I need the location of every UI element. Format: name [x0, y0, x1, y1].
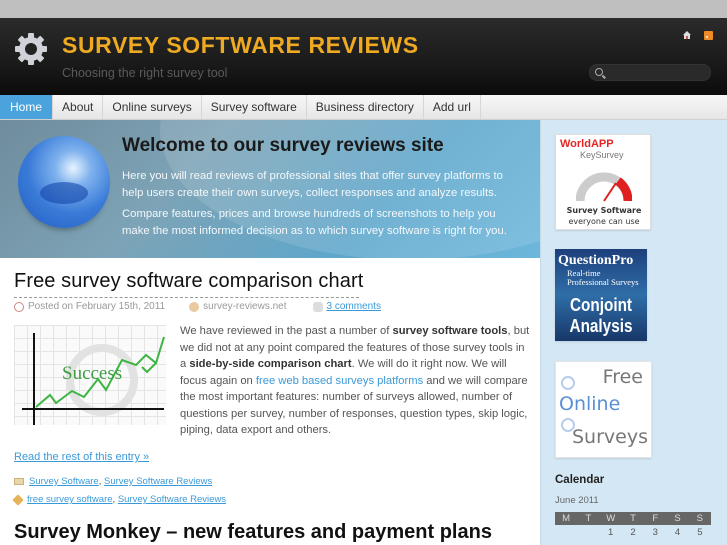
tag-link[interactable]: Survey Software Reviews: [118, 494, 226, 505]
post-title[interactable]: Survey Monkey – new features and payment…: [14, 521, 492, 544]
ad-subtitle-2: Professional Surveys: [567, 277, 639, 287]
search-box[interactable]: [589, 64, 711, 81]
gauge-icon: [576, 172, 632, 202]
user-icon: [189, 301, 200, 312]
ad-subbrand: KeySurvey: [580, 150, 624, 160]
ad-headline-2: Analysis: [569, 316, 633, 336]
gear-icon: [15, 33, 47, 65]
search-input[interactable]: [608, 66, 708, 80]
calendar-day: [577, 525, 599, 539]
weekday: T: [577, 512, 600, 525]
calendar-month: June 2011: [555, 495, 599, 506]
nav-item-home[interactable]: Home: [0, 95, 54, 119]
welcome-title: Welcome to our survey reviews site: [122, 135, 444, 156]
ad-headline-1: Conjoint: [569, 295, 633, 315]
top-strip: [0, 0, 727, 18]
post-author: survey-reviews.net: [203, 301, 287, 312]
calendar-day: 4: [674, 526, 681, 538]
excerpt-text: We have reviewed in the past a number of: [180, 325, 393, 337]
calendar-table: M T W T F S S 1 2 3 4 5: [555, 512, 711, 539]
calendar-title: Calendar: [555, 474, 605, 486]
weekday: F: [644, 512, 667, 525]
nav-item-survey-software[interactable]: Survey software: [202, 95, 307, 119]
weekday: T: [621, 512, 645, 525]
nav-item-add-url[interactable]: Add url: [424, 95, 481, 119]
excerpt-bold: side-by-side comparison chart: [189, 358, 352, 370]
weekday: S: [666, 512, 689, 525]
nav-item-about[interactable]: About: [53, 95, 104, 119]
calendar-weekday-row: M T W T F S S: [555, 512, 711, 525]
ad-word-surveys: Surveys: [572, 426, 648, 448]
site-title[interactable]: SURVEY SOFTWARE REVIEWS: [62, 32, 419, 59]
comments-link[interactable]: 3 comments: [327, 301, 381, 312]
globe-icon: [18, 136, 110, 228]
site-header: SURVEY SOFTWARE REVIEWS Choosing the rig…: [0, 18, 727, 95]
post-excerpt: We have reviewed in the past a number of…: [180, 323, 530, 439]
ring-icon: [561, 376, 575, 390]
calendar-day: 2: [630, 526, 636, 538]
post-thumbnail[interactable]: Success: [14, 325, 166, 425]
home-icon[interactable]: [683, 31, 691, 39]
main-nav: Home About Online surveys Survey softwar…: [0, 95, 727, 120]
weekday: W: [599, 512, 622, 525]
ad-subtitle: Real-time Professional Surveys: [567, 269, 639, 287]
rss-icon[interactable]: [704, 31, 713, 40]
ad-brand: QuestionPro: [558, 253, 634, 268]
tag-link[interactable]: free survey software: [27, 494, 113, 505]
category-link[interactable]: Survey Software: [29, 476, 99, 487]
welcome-paragraph-2: Compare features, prices and browse hund…: [122, 208, 507, 237]
welcome-banner: Welcome to our survey reviews site Here …: [0, 120, 540, 258]
ad-headline: Conjoint Analysis: [562, 295, 640, 337]
weekday: S: [688, 512, 711, 525]
weekday: M: [555, 512, 578, 525]
clock-icon: [14, 301, 24, 312]
post-tags: free survey software, Survey Software Re…: [12, 493, 226, 506]
calendar-day: 3: [652, 526, 658, 538]
nav-item-business-directory[interactable]: Business directory: [307, 95, 424, 119]
post-categories: Survey Software, Survey Software Reviews: [14, 476, 212, 487]
calendar-day: 5: [697, 526, 703, 538]
comment-icon: [312, 301, 323, 312]
ad-questionpro[interactable]: QuestionPro Real-time Professional Survey…: [555, 249, 647, 341]
search-icon[interactable]: [595, 68, 603, 76]
ad-line-2: everyone can use: [568, 217, 640, 226]
title-divider: [14, 297, 359, 298]
tag-icon: [12, 493, 24, 506]
welcome-paragraph-1: Here you will read reviews of profession…: [122, 170, 503, 199]
ad-free-online-surveys[interactable]: Free Online Surveys: [555, 361, 652, 458]
post-meta: Posted on February 15th, 2011 survey-rev…: [14, 301, 381, 312]
ad-word-free: Free: [602, 366, 643, 388]
nav-item-online-surveys[interactable]: Online surveys: [103, 95, 202, 119]
ad-line-1: Survey Software: [566, 206, 642, 215]
folder-icon: [14, 478, 24, 485]
excerpt-bold: survey software tools: [392, 325, 508, 337]
ad-brand: WorldAPP: [560, 138, 614, 150]
content-column: Welcome to our survey reviews site Here …: [0, 120, 541, 545]
sidebar: WorldAPP KeySurvey Survey Software every…: [541, 120, 727, 545]
free-surveys-link[interactable]: free web based surveys platforms: [256, 375, 423, 387]
read-more-link[interactable]: Read the rest of this entry »: [14, 451, 149, 463]
post-date: Posted on February 15th, 2011: [28, 301, 166, 312]
thumbnail-text: Success: [62, 363, 123, 384]
category-link[interactable]: Survey Software Reviews: [104, 476, 212, 487]
ad-worldapp-keysurvey[interactable]: WorldAPP KeySurvey Survey Software every…: [555, 134, 651, 230]
ad-word-online: Online: [559, 393, 621, 415]
calendar-day: [555, 525, 577, 539]
calendar-day: 1: [608, 526, 614, 538]
calendar-week-row: 1 2 3 4 5: [555, 525, 711, 539]
post-title[interactable]: Free survey software comparison chart: [14, 270, 363, 293]
site-tagline: Choosing the right survey tool: [62, 66, 228, 80]
